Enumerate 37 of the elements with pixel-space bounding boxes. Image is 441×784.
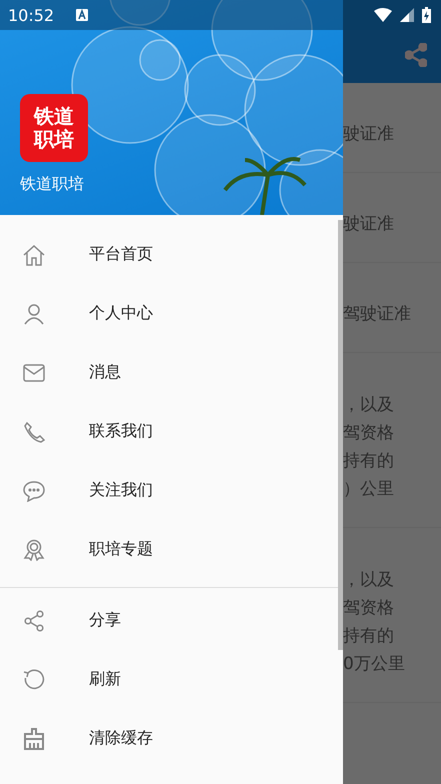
menu-item[interactable]: 平台首页 (0, 225, 338, 284)
person-icon (23, 302, 45, 324)
share-icon[interactable] (405, 43, 427, 67)
keyboard-notification-icon (76, 9, 88, 21)
menu-item[interactable]: 关注我们 (0, 461, 338, 520)
menu-item[interactable]: 职培专题 (0, 520, 338, 579)
article-text: 驶证准 (343, 123, 395, 146)
share-icon (23, 610, 45, 632)
article-text: 驶证准 (343, 213, 395, 236)
broom-icon (23, 728, 45, 750)
battery-charging-icon (422, 7, 431, 23)
menu-item[interactable]: 分享 (0, 591, 338, 650)
logo-text: 铁道 (34, 105, 74, 128)
article-text: 驾驶证准 (343, 303, 412, 326)
menu-item[interactable]: 消息 (0, 343, 338, 402)
menu-item[interactable]: 清除缓存 (0, 709, 338, 768)
refresh-icon (23, 668, 45, 690)
article-text: 持有的 (343, 625, 395, 648)
article-text: ，以及 (343, 569, 395, 592)
article-text: ）公里 (343, 478, 395, 501)
article-text: 驾资格 (343, 422, 395, 445)
app-name: 铁道职培 (20, 174, 85, 195)
article-text: 0万公里 (343, 653, 406, 676)
article-text: 驾资格 (343, 597, 395, 620)
phone-icon (23, 420, 45, 442)
logo-text: 职培 (34, 128, 74, 151)
menu-item[interactable]: 联系我们 (0, 402, 338, 461)
article-text: 持有的 (343, 450, 395, 473)
home-icon (23, 244, 45, 266)
status-time: 10:52 (8, 6, 54, 24)
menu-item[interactable]: 个人中心 (0, 284, 338, 343)
award-badge-icon (23, 538, 45, 560)
wifi-icon (374, 8, 392, 22)
article-text: ，以及 (343, 394, 395, 417)
mail-icon (23, 362, 45, 384)
chat-bubble-icon (23, 480, 45, 502)
menu-item[interactable]: 刷新 (0, 650, 338, 709)
